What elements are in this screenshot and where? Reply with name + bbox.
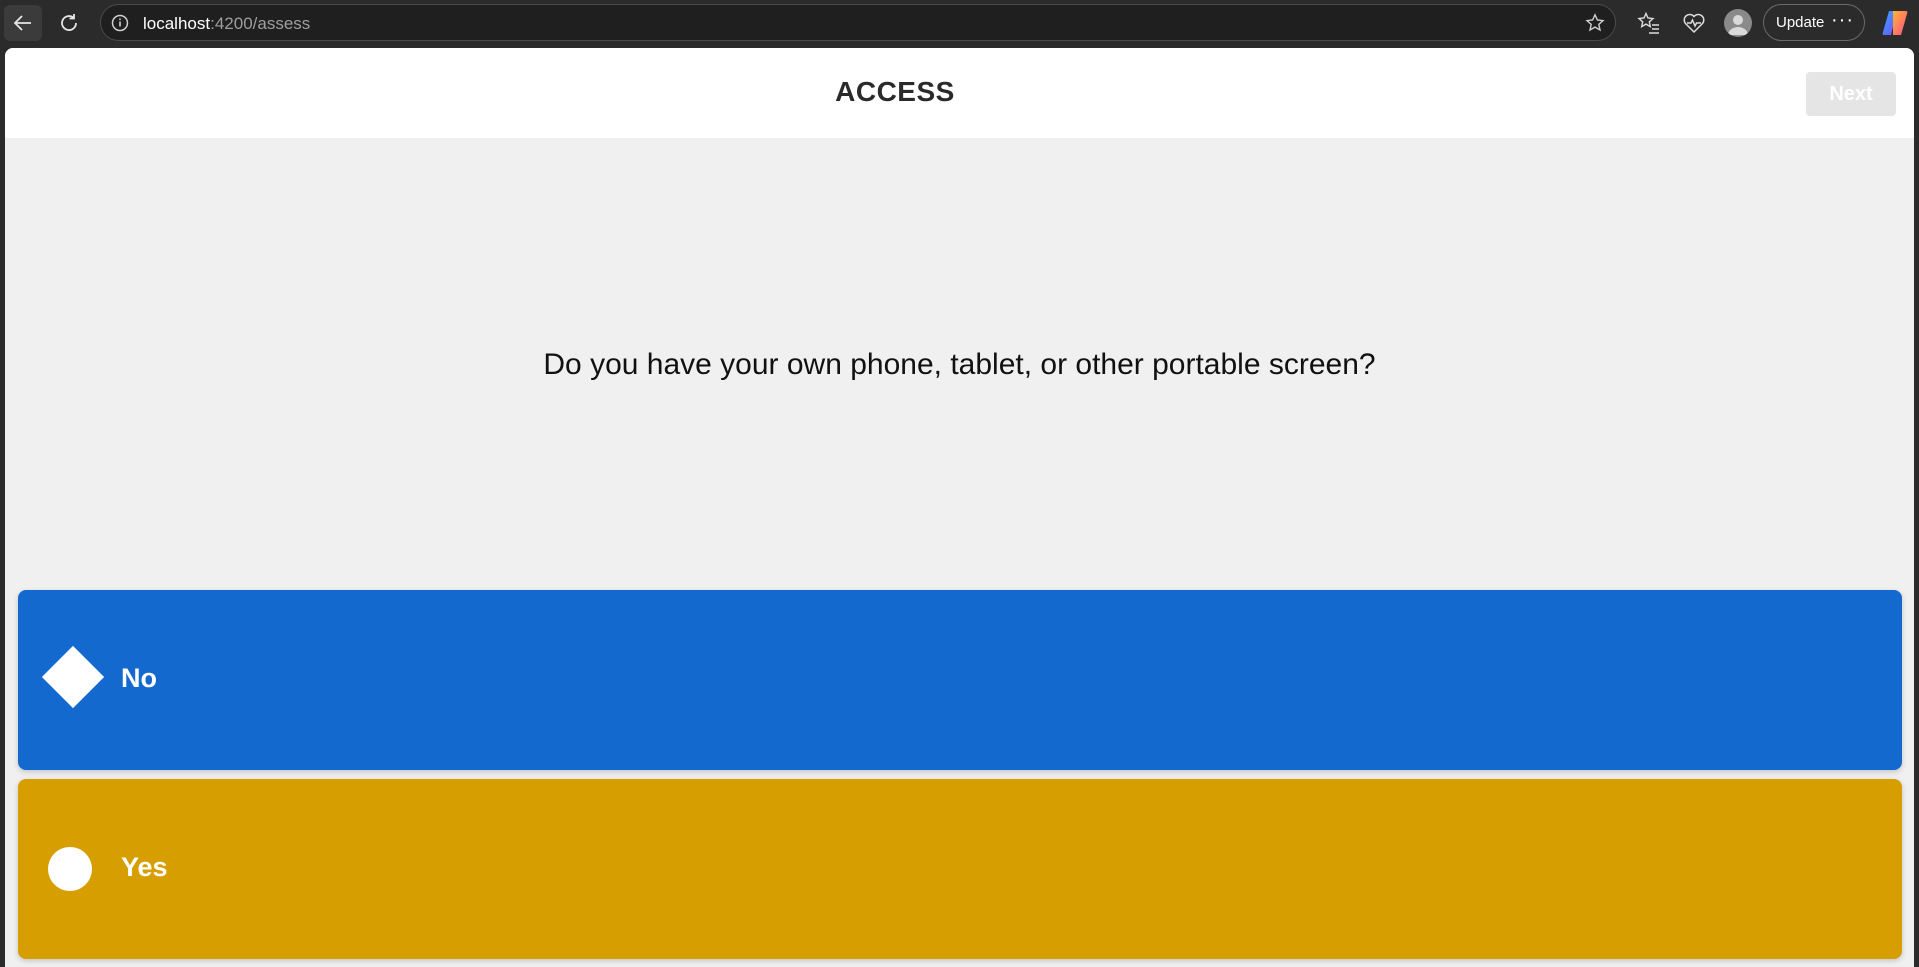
page-title: ACCESS (835, 76, 955, 107)
url-text: localhost:4200/assess (143, 14, 310, 34)
answer-option-yes[interactable]: Yes (18, 779, 1902, 959)
profile-avatar[interactable] (1724, 9, 1752, 37)
more-icon[interactable]: ··· (1831, 9, 1854, 32)
address-bar[interactable]: localhost:4200/assess (100, 4, 1616, 41)
update-button[interactable]: Update ··· (1763, 4, 1865, 41)
diamond-icon (41, 645, 105, 709)
question-text: Do you have your own phone, tablet, or o… (543, 348, 1376, 381)
answer-option-label: No (121, 663, 157, 693)
url-host: localhost (143, 14, 211, 33)
arrow-left-icon (13, 15, 31, 31)
copilot-icon[interactable] (1880, 8, 1910, 38)
info-icon[interactable] (111, 14, 129, 32)
person-icon (1728, 15, 1748, 35)
answer-option-label: Yes (121, 852, 168, 882)
reload-icon (61, 14, 77, 31)
browser-toolbar: localhost:4200/assess Update ··· (0, 0, 1919, 46)
reload-button[interactable] (50, 5, 88, 41)
favorite-star-icon[interactable] (1585, 13, 1605, 33)
browser-essentials-icon[interactable] (1682, 11, 1706, 35)
app-header: ACCESS Next (5, 48, 1914, 138)
circle-icon (48, 847, 92, 891)
next-button[interactable]: Next (1806, 72, 1896, 116)
url-path: :4200/assess (210, 14, 311, 33)
answer-option-no[interactable]: No (18, 590, 1902, 770)
back-button[interactable] (4, 5, 42, 41)
favorites-icon[interactable] (1637, 11, 1661, 35)
update-label: Update (1776, 14, 1825, 31)
app-page: ACCESS Next Do you have your own phone, … (5, 48, 1914, 967)
